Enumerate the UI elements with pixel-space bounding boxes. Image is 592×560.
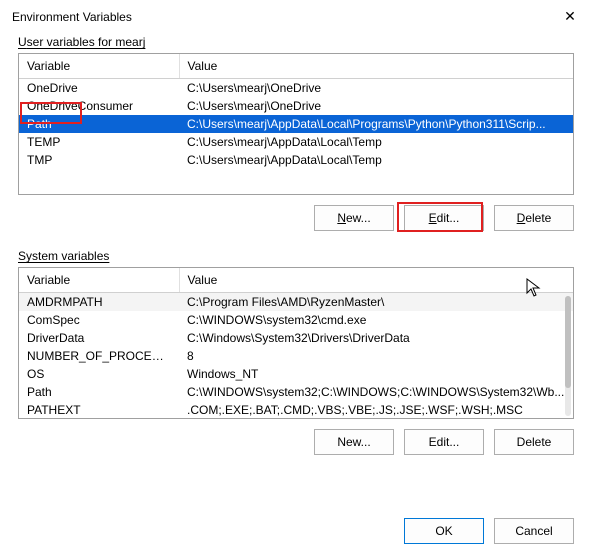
table-row[interactable]: NUMBER_OF_PROCESSORS 8 — [19, 347, 573, 365]
table-row[interactable]: PATHEXT .COM;.EXE;.BAT;.CMD;.VBS;.VBE;.J… — [19, 401, 573, 419]
dialog-title: Environment Variables — [12, 10, 132, 24]
table-row[interactable]: OS Windows_NT — [19, 365, 573, 383]
table-row[interactable]: OneDriveConsumer C:\Users\mearj\OneDrive — [19, 97, 573, 115]
user-edit-button[interactable]: Edit... — [404, 205, 484, 231]
table-row[interactable]: OneDrive C:\Users\mearj\OneDrive — [19, 79, 573, 98]
system-delete-button[interactable]: Delete — [494, 429, 574, 455]
user-variables-table: Variable Value OneDrive C:\Users\mearj\O… — [19, 54, 573, 169]
system-variables-label: System variables — [18, 249, 574, 263]
ok-button[interactable]: OK — [404, 518, 484, 544]
user-buttons-row: New... Edit... Delete — [18, 197, 574, 237]
table-row[interactable]: ComSpec C:\WINDOWS\system32\cmd.exe — [19, 311, 573, 329]
column-header-value[interactable]: Value — [179, 268, 573, 293]
table-row[interactable]: Path C:\WINDOWS\system32;C:\WINDOWS;C:\W… — [19, 383, 573, 401]
column-header-variable[interactable]: Variable — [19, 268, 179, 293]
column-header-value[interactable]: Value — [179, 54, 573, 79]
table-row[interactable]: DriverData C:\Windows\System32\Drivers\D… — [19, 329, 573, 347]
user-variables-table-wrap[interactable]: Variable Value OneDrive C:\Users\mearj\O… — [18, 53, 574, 195]
close-icon[interactable]: ✕ — [558, 8, 582, 25]
dialog-content: User variables for mearj Variable Value … — [0, 31, 592, 504]
column-header-variable[interactable]: Variable — [19, 54, 179, 79]
dialog-footer: OK Cancel — [0, 504, 592, 560]
scrollbar-thumb[interactable] — [565, 296, 571, 388]
cancel-button[interactable]: Cancel — [494, 518, 574, 544]
scrollbar[interactable] — [565, 296, 571, 416]
table-row-selected[interactable]: Path C:\Users\mearj\AppData\Local\Progra… — [19, 115, 573, 133]
system-new-button[interactable]: New... — [314, 429, 394, 455]
user-variables-group: User variables for mearj Variable Value … — [18, 35, 574, 237]
user-delete-button[interactable]: Delete — [494, 205, 574, 231]
system-buttons-row: New... Edit... Delete — [18, 421, 574, 461]
user-new-button[interactable]: New... — [314, 205, 394, 231]
user-variables-label: User variables for mearj — [18, 35, 574, 49]
table-row[interactable]: AMDRMPATH C:\Program Files\AMD\RyzenMast… — [19, 293, 573, 312]
titlebar: Environment Variables ✕ — [0, 0, 592, 31]
system-variables-table: Variable Value AMDRMPATH C:\Program File… — [19, 268, 573, 419]
system-edit-button[interactable]: Edit... — [404, 429, 484, 455]
table-row[interactable]: TMP C:\Users\mearj\AppData\Local\Temp — [19, 151, 573, 169]
system-variables-group: System variables Variable Value AMDRMPAT… — [18, 249, 574, 461]
env-vars-dialog: Environment Variables ✕ User variables f… — [0, 0, 592, 560]
system-variables-table-wrap[interactable]: Variable Value AMDRMPATH C:\Program File… — [18, 267, 574, 419]
table-row[interactable]: TEMP C:\Users\mearj\AppData\Local\Temp — [19, 133, 573, 151]
